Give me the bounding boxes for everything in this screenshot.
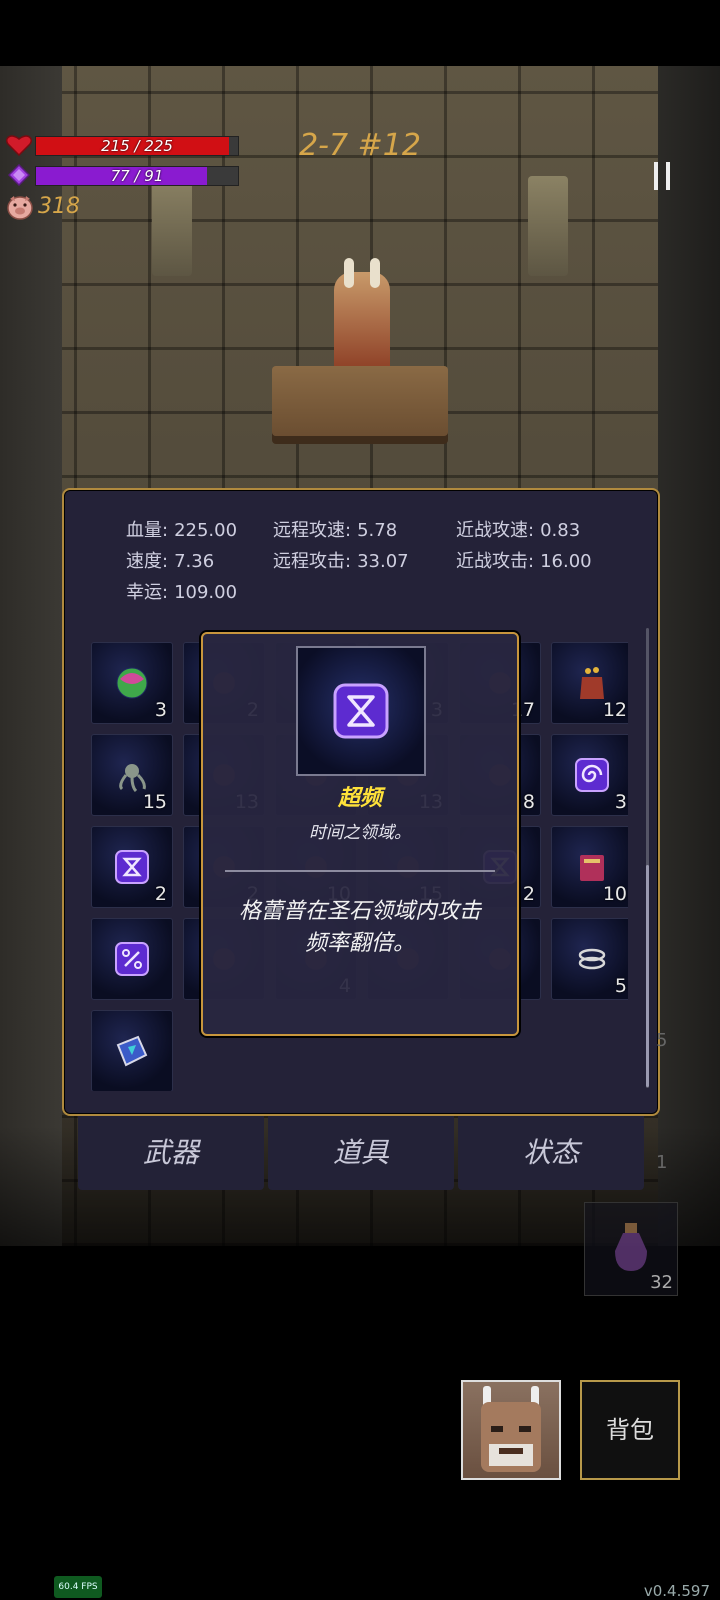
potion-icon (611, 1221, 651, 1273)
inventory-slot[interactable]: 5 (551, 918, 628, 1000)
stat-ranged-speed: 远程攻速: 5.78 (273, 520, 398, 541)
percent-rune-icon (114, 941, 150, 977)
tooltip-description-line-2: 频率翻倍。 (304, 931, 415, 956)
pause-bar-left (654, 162, 658, 190)
inventory-slot[interactable]: 15 (91, 734, 173, 816)
pig-coin-icon (6, 194, 34, 220)
pause-bar-right (666, 162, 670, 190)
backpack-button[interactable]: 背包 (580, 1380, 680, 1480)
slot-count: 12 (602, 699, 627, 721)
side-count-2: 1 (656, 1152, 668, 1173)
inventory-slot[interactable] (91, 918, 173, 1000)
tooltip-subtitle: 时间之领域。 (309, 823, 411, 843)
inventory-slot[interactable]: 3 (551, 734, 628, 816)
mp-bar: 77 / 91 (35, 166, 239, 186)
inventory-slot[interactable]: 3 (91, 642, 173, 724)
stat-hp: 血量: 225.00 (126, 520, 238, 541)
gem-orb-icon (114, 665, 150, 701)
tooltip-description: 格蕾普在圣石领域内攻击 频率翻倍。 (223, 896, 497, 960)
left-wall (0, 66, 62, 1246)
item-tooltip: 超频 时间之领域。 格蕾普在圣石领域内攻击 频率翻倍。 (201, 632, 519, 1036)
character-face-icon (463, 1382, 559, 1478)
tab-items[interactable]: 道具 (268, 1116, 454, 1190)
tentacle-icon (114, 757, 150, 793)
inventory-slot[interactable]: 10 (551, 826, 628, 908)
version-label: v0.4.597 (643, 1582, 710, 1600)
slot-count: 3 (154, 699, 167, 721)
book-icon (574, 849, 610, 885)
hourglass-rune-icon (331, 681, 391, 741)
character-portrait-button[interactable] (461, 1380, 561, 1480)
inventory-slot[interactable] (91, 1010, 173, 1091)
level-indicator: 2-7 #12 (299, 128, 421, 163)
slot-count: 2 (522, 883, 535, 905)
potion-slot[interactable]: 32 (584, 1202, 678, 1296)
slot-count: 2 (154, 883, 167, 905)
merchant-table[interactable] (272, 366, 448, 436)
slot-count: 10 (602, 883, 627, 905)
stat-melee-attack: 近战攻击: 16.00 (456, 551, 592, 572)
spiral-rune-icon (574, 757, 610, 793)
potion-count: 32 (650, 1272, 673, 1293)
slot-count: 15 (142, 791, 167, 813)
slot-count: 8 (522, 791, 535, 813)
side-count-1: 5 (656, 1030, 668, 1051)
tooltip-item-frame (296, 646, 426, 776)
tooltip-divider (225, 870, 495, 872)
mp-text: 77 / 91 (110, 167, 164, 185)
hourglass-rune-icon (114, 849, 150, 885)
slot-count: 3 (614, 791, 627, 813)
inventory-slot[interactable]: 12 (551, 642, 628, 724)
rings-icon (574, 941, 610, 977)
fps-counter: 60.4 FPS (54, 1576, 102, 1598)
tab-status[interactable]: 状态 (458, 1116, 644, 1190)
pedestal-left (152, 176, 192, 276)
tome-icon (114, 1033, 150, 1069)
pause-button[interactable] (652, 162, 674, 192)
gold-count: 318 (38, 194, 80, 219)
merchant-character[interactable] (334, 258, 390, 376)
inventory-slot[interactable]: 2 (91, 826, 173, 908)
slot-count: 5 (614, 975, 627, 997)
stat-melee-speed: 近战攻速: 0.83 (456, 520, 581, 541)
stat-speed: 速度: 7.36 (126, 551, 215, 572)
tooltip-description-line-1: 格蕾普在圣石领域内攻击 (238, 899, 481, 924)
tab-weapons[interactable]: 武器 (78, 1116, 264, 1190)
tooltip-title: 超频 (337, 786, 382, 811)
inventory-scrollbar-thumb[interactable] (646, 865, 649, 1087)
mana-diamond-icon (7, 163, 31, 187)
pedestal-right (528, 176, 568, 276)
stat-ranged-attack: 远程攻击: 33.07 (273, 551, 409, 572)
bag-icon (574, 665, 610, 701)
right-wall (658, 66, 720, 1246)
stat-luck: 幸运: 109.00 (126, 582, 238, 603)
